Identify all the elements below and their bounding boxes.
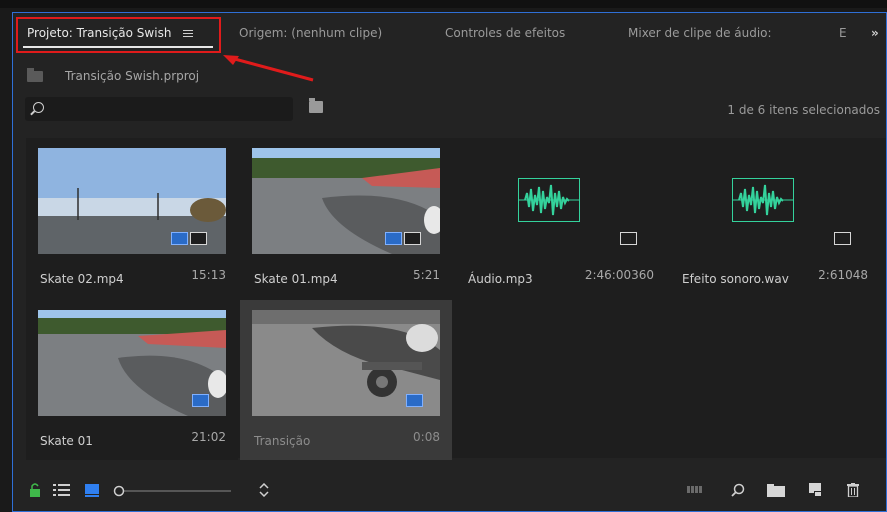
list-view-icon[interactable]	[53, 483, 71, 497]
selection-count: 1 de 6 itens selecionados	[727, 103, 880, 117]
tab-audio-clip-mixer[interactable]: Mixer de clipe de áudio:	[628, 26, 772, 40]
automate-to-sequence-icon[interactable]	[687, 483, 703, 495]
annotation-highlight-box	[16, 17, 221, 53]
audio-waveform-icon	[518, 178, 580, 222]
project-panel: Projeto: Transição Swish Origem: (nenhum…	[12, 12, 887, 512]
find-icon[interactable]	[731, 483, 745, 497]
audio-badge-icon	[834, 232, 851, 245]
audio-badge-icon	[404, 232, 421, 245]
audio-badge-icon	[620, 232, 637, 245]
video-badge-icon	[385, 232, 402, 245]
media-item-name: Skate 02.mp4	[40, 272, 124, 286]
project-bin-icon	[27, 68, 43, 82]
sort-icon[interactable]	[259, 483, 269, 497]
media-grid: Skate 02.mp4 15:13 Skate 01.mp4 5:21 Áud…	[26, 138, 886, 460]
tab-effect-controls[interactable]: Controles de efeitos	[445, 26, 565, 40]
sequence-badge-icon	[192, 394, 209, 407]
tab-overflow-icon[interactable]: »	[871, 26, 879, 40]
sequence-badge-icon	[406, 394, 423, 407]
project-file-name: Transição Swish.prproj	[65, 69, 200, 83]
media-item-name: Efeito sonoro.wav	[682, 272, 789, 286]
media-item[interactable]: Skate 01.mp4 5:21	[240, 138, 452, 298]
new-item-icon[interactable]	[809, 483, 823, 497]
window-top-strip	[0, 0, 887, 8]
media-item[interactable]: Skate 02.mp4 15:13	[26, 138, 238, 298]
new-search-bin-icon[interactable]	[309, 98, 323, 113]
media-item-name: Skate 01.mp4	[254, 272, 338, 286]
search-field[interactable]	[25, 97, 293, 121]
annotation-arrow-icon	[223, 55, 314, 82]
media-item[interactable]: Skate 01 21:02	[26, 300, 238, 460]
media-item-duration: 2:61048	[818, 268, 868, 282]
media-item[interactable]: Áudio.mp3 2:46:00360	[454, 138, 666, 298]
audio-badge-icon	[190, 232, 207, 245]
media-item-name: Áudio.mp3	[468, 272, 533, 286]
new-bin-icon[interactable]	[767, 483, 785, 497]
icon-view-icon[interactable]	[85, 483, 99, 497]
tab-truncated[interactable]: E	[839, 26, 847, 40]
search-icon	[33, 102, 44, 113]
media-item[interactable]: Efeito sonoro.wav 2:61048	[668, 138, 880, 298]
media-item-name: Skate 01	[40, 434, 93, 448]
media-item-duration: 5:21	[413, 268, 440, 282]
panel-footer	[13, 475, 886, 511]
trash-icon[interactable]	[847, 483, 859, 497]
tab-source[interactable]: Origem: (nenhum clipe)	[239, 26, 382, 40]
video-badge-icon	[171, 232, 188, 245]
zoom-slider[interactable]	[113, 485, 233, 497]
media-item-selected[interactable]: Transição 0:08	[240, 300, 452, 460]
media-item-duration: 15:13	[191, 268, 226, 282]
media-item-duration: 21:02	[191, 430, 226, 444]
audio-waveform-icon	[732, 178, 794, 222]
media-item-name: Transição	[254, 434, 311, 448]
media-item-duration: 2:46:00360	[584, 268, 654, 282]
lock-icon[interactable]	[29, 483, 41, 497]
media-item-duration: 0:08	[413, 430, 440, 444]
